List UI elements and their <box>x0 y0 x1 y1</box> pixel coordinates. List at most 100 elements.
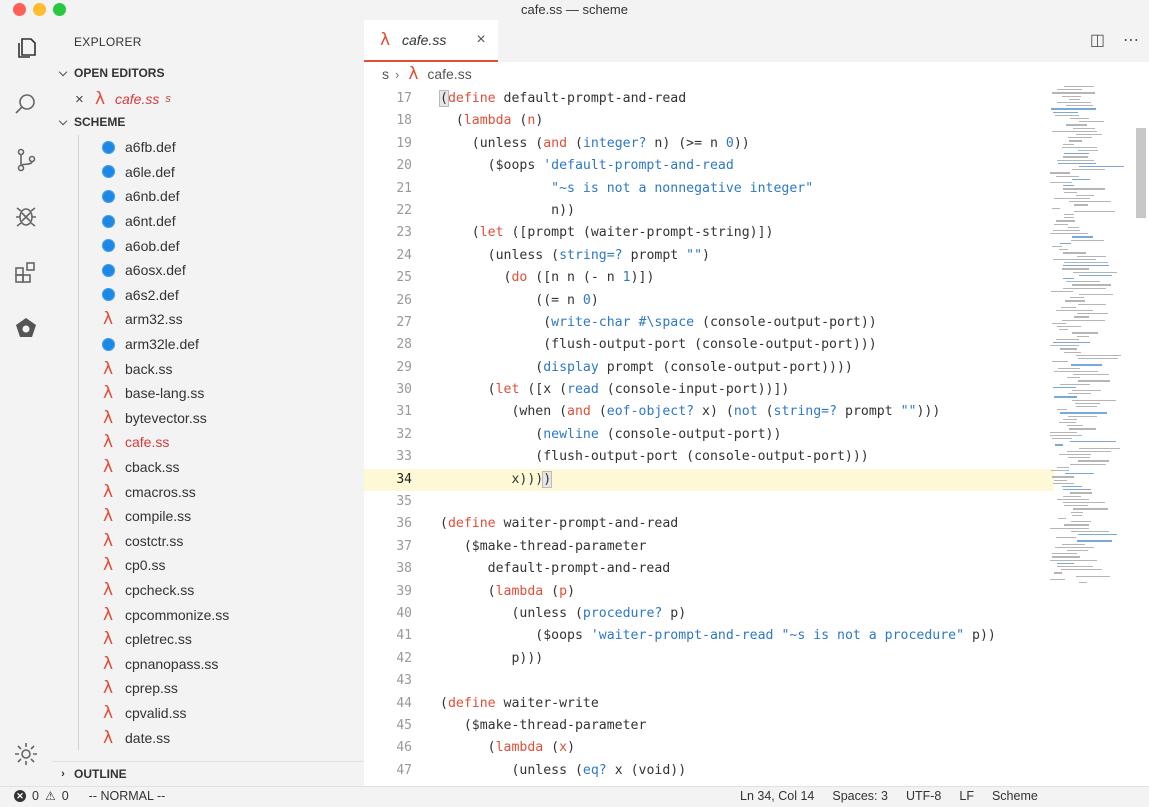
remote-icon[interactable] <box>12 314 40 342</box>
minimap-line <box>1079 294 1113 296</box>
scheme-folder-header[interactable]: ⌵ SCHEME <box>52 111 364 133</box>
file-item[interactable]: a6fb.def <box>52 135 364 160</box>
minimap-line <box>1062 268 1089 270</box>
file-item[interactable]: λ cpvalid.ss <box>52 700 364 726</box>
code-line[interactable]: 28 (flush-output-port (console-output-po… <box>364 334 1054 356</box>
file-item[interactable]: λ cp0.ss <box>52 553 364 578</box>
search-icon[interactable] <box>12 90 40 118</box>
code-line[interactable]: 32 (newline (console-output-port)) <box>364 424 1054 446</box>
warning-count[interactable]: 0 <box>62 789 69 803</box>
code-line[interactable]: 19 (unless (and (integer? n) (>= n 0)) <box>364 133 1054 155</box>
files-icon[interactable] <box>12 34 40 62</box>
code-line[interactable]: 33 (flush-output-port (console-output-po… <box>364 446 1054 468</box>
code-line[interactable]: 38 default-prompt-and-read <box>364 558 1054 580</box>
code-line[interactable]: 21 "~s is not a nonnegative integer" <box>364 178 1054 200</box>
minimap-line <box>1052 92 1095 94</box>
code-line[interactable]: 18 (lambda (n) <box>364 110 1054 132</box>
file-item[interactable]: λ cpcommonize.ss <box>52 602 364 627</box>
more-actions-icon[interactable]: ⋯ <box>1123 30 1139 50</box>
code-line[interactable]: 27 (write-char #\space (console-output-p… <box>364 312 1054 334</box>
code-line[interactable]: 20 ($oops 'default-prompt-and-read <box>364 155 1054 177</box>
code-line[interactable]: 41 ($oops 'waiter-prompt-and-read "~s is… <box>364 625 1054 647</box>
close-icon[interactable]: × <box>75 91 89 108</box>
breadcrumb-file[interactable]: cafe.ss <box>427 66 471 82</box>
file-item[interactable]: λ bytevector.ss <box>52 405 364 431</box>
code-line[interactable]: 45 ($make-thread-parameter <box>364 715 1054 737</box>
file-item[interactable]: a6nb.def <box>52 184 364 209</box>
file-item[interactable]: λ cafe.ss <box>52 430 364 455</box>
code-line[interactable]: 24 (unless (string=? prompt "") <box>364 245 1054 267</box>
minimap-line <box>1076 194 1094 196</box>
open-editor-item[interactable]: × λ cafe.ss s <box>52 87 364 111</box>
indentation[interactable]: Spaces: 3 <box>832 789 888 803</box>
breadcrumb-folder[interactable]: s <box>382 66 389 82</box>
file-item[interactable]: λ cback.ss <box>52 454 364 480</box>
code-line[interactable]: 35 <box>364 491 1054 513</box>
code-line[interactable]: 44 (define waiter-write <box>364 693 1054 715</box>
file-item[interactable]: a6s2.def <box>52 282 364 308</box>
indent-guide <box>78 454 79 480</box>
error-icon[interactable]: ✕ <box>14 790 26 802</box>
minimap-line <box>1052 556 1080 558</box>
minimap-line <box>1050 431 1077 433</box>
file-item[interactable]: a6ob.def <box>52 233 364 258</box>
file-item[interactable]: λ cmacros.ss <box>52 479 364 504</box>
warning-icon[interactable]: ⚠ <box>45 789 56 803</box>
code-editor[interactable]: 17 (define default-prompt-and-read 18 (lam… <box>364 88 1054 786</box>
minimap-line <box>1067 450 1111 452</box>
file-item[interactable]: λ costctr.ss <box>52 528 364 554</box>
code-line[interactable]: 25 (do ([n n (- n 1)]) <box>364 267 1054 289</box>
file-item[interactable]: a6nt.def <box>52 208 364 234</box>
file-item[interactable]: λ cpletrec.ss <box>52 626 364 652</box>
code-line[interactable]: 34 x)))) <box>364 468 1054 492</box>
file-item[interactable]: λ base-lang.ss <box>52 380 364 406</box>
open-editors-header[interactable]: ⌵ OPEN EDITORS <box>52 62 364 84</box>
file-item[interactable]: a6le.def <box>52 159 364 185</box>
debug-icon[interactable] <box>12 202 40 230</box>
code-line[interactable]: 31 (when (and (eof-object? x) (not (stri… <box>364 401 1054 423</box>
file-item[interactable]: λ cprep.ss <box>52 676 364 701</box>
code-token: (unless ( <box>440 135 544 151</box>
code-line[interactable]: 43 <box>364 670 1054 692</box>
file-item[interactable]: λ compile.ss <box>52 503 364 529</box>
outline-header[interactable]: › OUTLINE <box>52 761 364 785</box>
vertical-scrollbar[interactable] <box>1132 82 1146 786</box>
cursor-position[interactable]: Ln 34, Col 14 <box>740 789 814 803</box>
file-item[interactable]: λ arm32.ss <box>52 307 364 332</box>
code-line[interactable]: 23 (let ([prompt (waiter-prompt-string)]… <box>364 222 1054 244</box>
code-line[interactable]: 39 (lambda (p) <box>364 581 1054 603</box>
tab-cafe-ss[interactable]: λ cafe.ss × <box>364 20 498 62</box>
code-line[interactable]: 40 (unless (procedure? p) <box>364 603 1054 625</box>
error-count[interactable]: 0 <box>32 789 39 803</box>
code-line[interactable]: 36 (define waiter-prompt-and-read <box>364 513 1054 535</box>
code-line[interactable]: 29 (display prompt (console-output-port)… <box>364 357 1054 379</box>
code-line[interactable]: 42 p))) <box>364 648 1054 670</box>
minimap-line <box>1063 156 1088 158</box>
file-item[interactable]: arm32le.def <box>52 331 364 357</box>
code-line[interactable]: 22 n)) <box>364 200 1054 222</box>
code-line[interactable]: 47 (unless (eq? x (void)) <box>364 760 1054 782</box>
file-item[interactable]: a6osx.def <box>52 257 364 283</box>
file-item[interactable]: λ cpcheck.ss <box>52 577 364 603</box>
gear-icon[interactable] <box>12 740 40 768</box>
code-line[interactable]: 26 ((= n 0) <box>364 290 1054 312</box>
file-item[interactable]: λ back.ss <box>52 356 364 381</box>
code-line[interactable]: 30 (let ([x (read (console-input-port))]… <box>364 379 1054 401</box>
line-endings[interactable]: LF <box>959 789 974 803</box>
code-text: (lambda (p) <box>440 581 575 603</box>
split-editor-icon[interactable]: ◫ <box>1090 30 1105 50</box>
code-line[interactable]: 37 ($make-thread-parameter <box>364 536 1054 558</box>
language-mode[interactable]: Scheme <box>992 789 1038 803</box>
minimap[interactable] <box>1050 82 1134 584</box>
minimap-line <box>1064 214 1074 216</box>
close-icon[interactable]: × <box>476 31 485 49</box>
code-line[interactable]: 17 (define default-prompt-and-read <box>364 88 1054 110</box>
file-item[interactable]: λ date.ss <box>52 725 364 750</box>
encoding[interactable]: UTF-8 <box>906 789 941 803</box>
extensions-icon[interactable] <box>12 258 40 286</box>
code-line[interactable]: 46 (lambda (x) <box>364 737 1054 759</box>
scrollbar-thumb[interactable] <box>1136 128 1146 218</box>
minimap-line <box>1052 322 1066 324</box>
file-item[interactable]: λ cpnanopass.ss <box>52 651 364 677</box>
source-control-icon[interactable] <box>12 146 40 174</box>
